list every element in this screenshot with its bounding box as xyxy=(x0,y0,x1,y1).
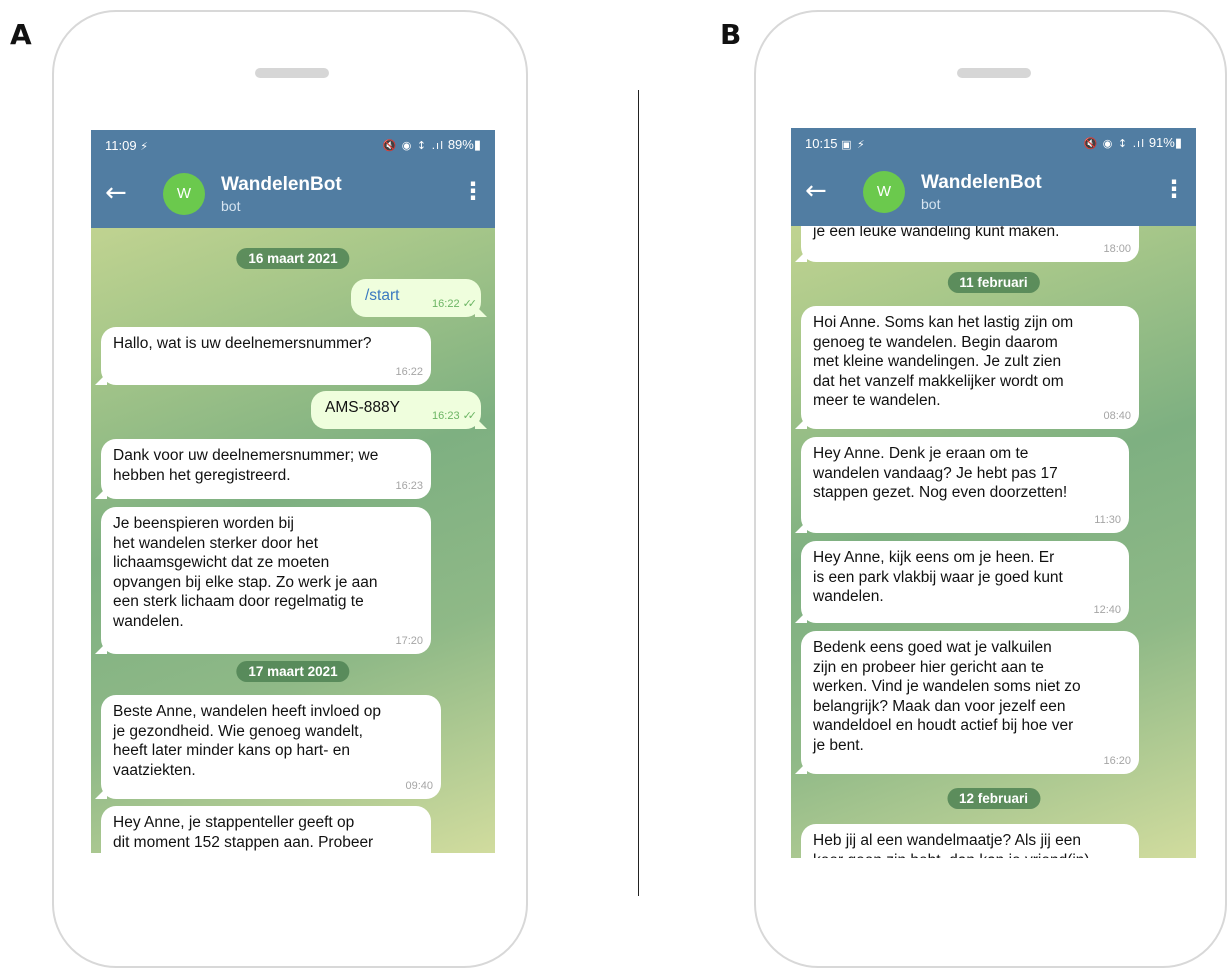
message-time: 16:22 xyxy=(395,365,423,378)
message-bubble-incoming[interactable]: Hey Anne, je stappenteller geeft op dit … xyxy=(101,806,431,853)
chat-header: ← W WandelenBot bot ⋮ xyxy=(91,160,495,228)
message-bubble-incoming[interactable]: Heb jij al een wandelmaatje? Als jij een… xyxy=(801,824,1139,858)
phone-speaker xyxy=(255,68,329,78)
message-text: Hoi Anne. Soms kan het lastig zijn om ge… xyxy=(813,314,1074,409)
date-separator: 16 maart 2021 xyxy=(236,248,350,269)
date-separator: 11 februari xyxy=(947,272,1040,293)
back-arrow-icon[interactable]: ← xyxy=(105,178,127,208)
message-text: Dank voor uw deelnemersnummer; we hebben… xyxy=(113,447,379,484)
back-arrow-icon[interactable]: ← xyxy=(805,176,827,206)
chat-screen-a: 11:09 ⚡ 🔇 ◉ ↕ .ıl 89%▮ ← W WandelenBot b… xyxy=(91,130,495,853)
phone-frame-a: 11:09 ⚡ 🔇 ◉ ↕ .ıl 89%▮ ← W WandelenBot b… xyxy=(52,10,528,968)
message-text[interactable]: /start xyxy=(365,287,399,304)
status-bar: 11:09 ⚡ 🔇 ◉ ↕ .ıl 89%▮ xyxy=(91,130,495,160)
message-text: Hallo, wat is uw deelnemersnummer? xyxy=(113,335,372,352)
avatar[interactable]: W xyxy=(163,173,205,215)
status-signal-icons: 🔇 ◉ ↕ .ıl xyxy=(1083,137,1146,150)
message-text: Bedenk eens goed wat je valkuilen zijn e… xyxy=(813,639,1081,754)
message-time: 16:20 xyxy=(1103,754,1131,767)
message-bubble-incoming[interactable]: Beste Anne, wandelen heeft invloed op je… xyxy=(101,695,441,799)
message-bubble-incoming[interactable]: Hey Anne. Denk je eraan om te wandelen v… xyxy=(801,437,1129,533)
message-bubble-incoming[interactable]: Bedenk eens goed wat je valkuilen zijn e… xyxy=(801,631,1139,774)
status-notification-icon: ⚡ xyxy=(140,139,149,153)
status-battery: 89%▮ xyxy=(447,137,481,152)
message-bubble-incoming[interactable]: Hoi Anne. Soms kan het lastig zijn om ge… xyxy=(801,306,1139,429)
message-bubble-outgoing[interactable]: AMS-888Y 16:23 ✓✓ xyxy=(311,391,481,429)
message-time: 17:20 xyxy=(395,634,423,647)
message-bubble-incoming[interactable]: je een leuke wandeling kunt maken. 18:00 xyxy=(801,226,1139,262)
message-time: 11:30 xyxy=(1094,513,1121,526)
message-time: 16:23 xyxy=(395,479,423,492)
message-bubble-outgoing[interactable]: /start 16:22 ✓✓ xyxy=(351,279,481,317)
message-list[interactable]: 16 maart 2021 /start 16:22 ✓✓ Hallo, wat … xyxy=(91,228,495,853)
message-time: 16:23 ✓✓ xyxy=(432,408,478,422)
message-time: 08:40 xyxy=(1103,409,1131,422)
status-notification-icon: ▣ ⚡ xyxy=(841,137,866,151)
read-receipt-icon: ✓✓ xyxy=(462,296,478,310)
message-text: Hey Anne, kijk eens om je heen. Er is ee… xyxy=(813,549,1063,605)
message-bubble-incoming[interactable]: Hey Anne, kijk eens om je heen. Er is ee… xyxy=(801,541,1129,623)
chat-title[interactable]: WandelenBot xyxy=(921,172,1042,194)
chat-screen-b: 10:15 ▣ ⚡ 🔇 ◉ ↕ .ıl 91%▮ ← W WandelenBot… xyxy=(791,128,1196,858)
message-text: Heb jij al een wandelmaatje? Als jij een… xyxy=(813,832,1090,858)
chat-subtitle: bot xyxy=(921,196,941,212)
date-separator: 17 maart 2021 xyxy=(236,661,350,682)
chat-subtitle: bot xyxy=(221,198,241,214)
status-battery: 91%▮ xyxy=(1148,135,1182,150)
message-time: 18:00 xyxy=(1103,242,1131,255)
message-bubble-incoming[interactable]: Je beenspieren worden bij het wandelen s… xyxy=(101,507,431,654)
status-bar: 10:15 ▣ ⚡ 🔇 ◉ ↕ .ıl 91%▮ xyxy=(791,128,1196,158)
date-separator: 12 februari xyxy=(946,788,1041,809)
message-text: Je beenspieren worden bij het wandelen s… xyxy=(113,515,378,630)
message-text: AMS-888Y xyxy=(325,399,400,416)
more-menu-icon[interactable]: ⋮ xyxy=(461,176,485,206)
message-bubble-incoming[interactable]: Dank voor uw deelnemersnummer; we hebben… xyxy=(101,439,431,499)
chat-title[interactable]: WandelenBot xyxy=(221,174,342,196)
message-list[interactable]: je een leuke wandeling kunt maken. 18:00… xyxy=(791,226,1196,858)
avatar[interactable]: W xyxy=(863,171,905,213)
status-time: 11:09 xyxy=(105,137,137,153)
message-text: Hey Anne. Denk je eraan om te wandelen v… xyxy=(813,445,1068,501)
phone-speaker xyxy=(957,68,1031,78)
status-signal-icons: 🔇 ◉ ↕ .ıl xyxy=(382,139,445,152)
message-text: je een leuke wandeling kunt maken. xyxy=(813,226,1060,240)
message-time: 12:40 xyxy=(1093,603,1121,616)
message-time: 09:40 xyxy=(405,779,433,792)
more-menu-icon[interactable]: ⋮ xyxy=(1162,174,1186,204)
message-bubble-incoming[interactable]: Hallo, wat is uw deelnemersnummer? 16:22 xyxy=(101,327,431,385)
message-time: 16:22 ✓✓ xyxy=(432,296,478,310)
message-text: Hey Anne, je stappenteller geeft op dit … xyxy=(113,814,374,851)
chat-header: ← W WandelenBot bot ⋮ xyxy=(791,158,1196,226)
status-time: 10:15 xyxy=(805,135,838,151)
panel-label-b: B xyxy=(720,18,742,51)
read-receipt-icon: ✓✓ xyxy=(462,408,478,422)
panel-label-a: A xyxy=(10,18,32,51)
message-text: Beste Anne, wandelen heeft invloed op je… xyxy=(113,703,382,779)
phone-frame-b: 10:15 ▣ ⚡ 🔇 ◉ ↕ .ıl 91%▮ ← W WandelenBot… xyxy=(754,10,1227,968)
panel-divider xyxy=(638,90,639,896)
